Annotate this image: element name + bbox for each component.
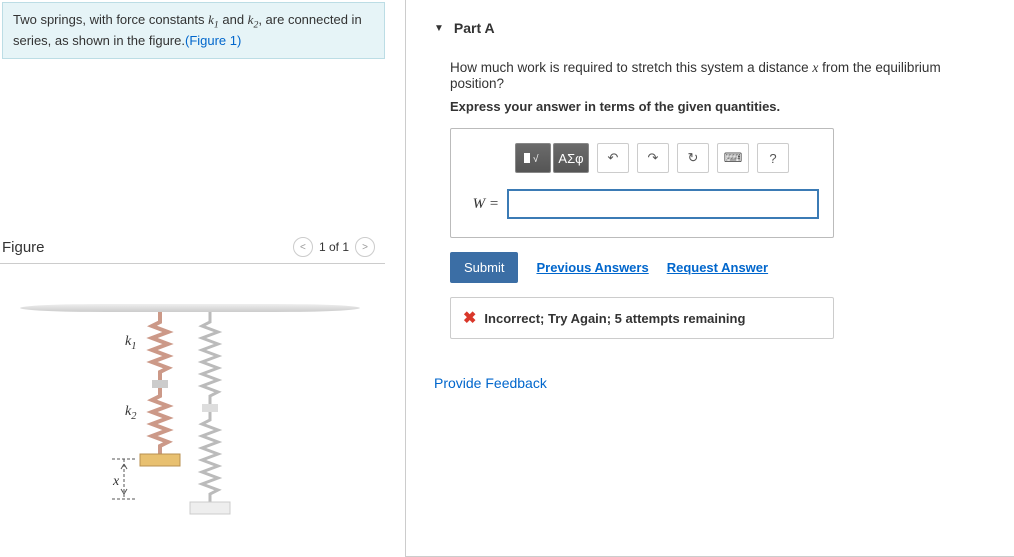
figure-next-button[interactable]: >: [355, 237, 375, 257]
answer-variable-label: W =: [465, 196, 499, 213]
figure-prev-button[interactable]: <: [293, 237, 313, 257]
templates-button[interactable]: √: [515, 143, 551, 173]
answer-box: √ ΑΣφ ↶ ↷ ↻ ⌨ ? W =: [450, 128, 834, 238]
feedback-text: Incorrect; Try Again; 5 attempts remaini…: [484, 311, 745, 326]
k2-label: k2: [125, 404, 136, 422]
figure-link[interactable]: (Figure 1): [185, 33, 241, 48]
figure-svg: [20, 304, 360, 534]
submit-button[interactable]: Submit: [450, 252, 518, 283]
incorrect-icon: ✖: [463, 308, 476, 328]
answer-input[interactable]: [507, 189, 819, 219]
redo-button[interactable]: ↷: [637, 143, 669, 173]
figure-title: Figure: [2, 239, 45, 256]
question-text: How much work is required to stretch thi…: [406, 46, 1014, 99]
collapse-icon: ▼: [434, 23, 444, 34]
and-text: and: [219, 12, 248, 27]
help-button[interactable]: ?: [757, 143, 789, 173]
keyboard-button[interactable]: ⌨: [717, 143, 749, 173]
problem-statement: Two springs, with force constants k1 and…: [2, 2, 385, 59]
undo-button[interactable]: ↶: [597, 143, 629, 173]
instruction-text: Express your answer in terms of the give…: [406, 99, 1014, 128]
answer-toolbar: √ ΑΣφ ↶ ↷ ↻ ⌨ ?: [515, 143, 819, 173]
part-title: Part A: [454, 20, 495, 36]
figure-counter: 1 of 1: [319, 240, 349, 254]
previous-answers-link[interactable]: Previous Answers: [536, 260, 648, 275]
greek-button[interactable]: ΑΣφ: [553, 143, 589, 173]
provide-feedback-link[interactable]: Provide Feedback: [434, 375, 1014, 391]
request-answer-link[interactable]: Request Answer: [667, 260, 768, 275]
reset-button[interactable]: ↻: [677, 143, 709, 173]
k1-label: k1: [125, 334, 136, 352]
figure-image: k1 k2 x: [0, 264, 395, 524]
figure-nav: < 1 of 1 >: [293, 237, 375, 257]
feedback-box: ✖ Incorrect; Try Again; 5 attempts remai…: [450, 297, 834, 339]
svg-text:√: √: [533, 153, 539, 165]
x-label: x: [113, 474, 119, 490]
problem-text: Two springs, with force constants: [13, 12, 208, 27]
part-header[interactable]: ▼ Part A: [406, 0, 1014, 46]
